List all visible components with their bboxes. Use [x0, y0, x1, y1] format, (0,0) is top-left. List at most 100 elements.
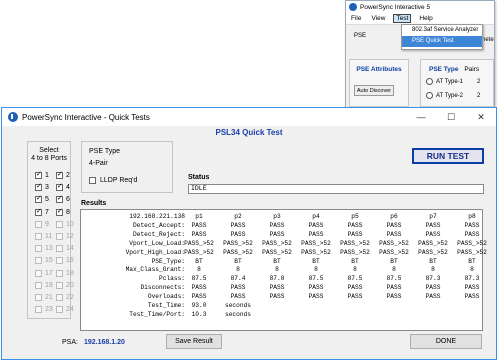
results-cell: 87.8 [269, 275, 285, 283]
radio-circle-icon [426, 92, 433, 99]
port-label: 6 [66, 196, 70, 204]
results-cell: PASS_>52 [340, 239, 370, 247]
results-cell: PASS [386, 293, 402, 301]
psa-label: PSA: [62, 339, 78, 346]
menu-view[interactable]: View [369, 15, 387, 22]
port-checkbox-22: 22 [53, 294, 74, 301]
lldp-label: LLDP Req'd [100, 177, 138, 184]
port-checkbox-4[interactable]: 4 [53, 182, 70, 192]
app-icon [349, 3, 357, 11]
results-cell: PASS [425, 284, 441, 292]
results-cell: BT [273, 257, 281, 265]
port-checkbox-3[interactable]: 3 [32, 182, 49, 192]
port-checkbox-1[interactable]: 1 [32, 170, 49, 179]
port-checkbox-11: 11 [32, 233, 52, 240]
checked-box-icon [56, 170, 63, 179]
port-label: 15 [45, 257, 53, 265]
done-button[interactable]: DONE [410, 334, 482, 349]
radio-circle-icon [426, 78, 433, 85]
inset-pairs-label: Pairs [464, 66, 480, 73]
results-panel[interactable]: 192.168.221.138 p1 p2 p3 p4 p5 p6 p7 p8 Detect_Ac… [80, 209, 487, 331]
unchecked-box-icon [56, 294, 63, 301]
inset-title: PowerSync Interactive 5 [360, 3, 431, 11]
port-checkbox-15: 15 [32, 257, 53, 265]
menu-help[interactable]: Help [417, 15, 434, 22]
results-cell: PASS [308, 230, 324, 238]
results-cell: BT [195, 257, 203, 265]
results-cell: BT [351, 257, 359, 265]
unchecked-box-icon [35, 220, 42, 228]
radio-at-type-1[interactable]: AT Type-1 2 [426, 78, 480, 85]
results-cell: PASS [347, 230, 363, 238]
port-checkbox-7[interactable]: 7 [32, 207, 49, 216]
port-label: 18 [66, 269, 74, 277]
results-row-label: Vport_Low_Load: [129, 239, 185, 247]
run-test-button[interactable]: RUN TEST [412, 148, 484, 164]
results-cell: 87.5 [386, 275, 402, 283]
port-label: 19 [45, 281, 53, 289]
auto-discover-button[interactable]: Auto Discover [354, 85, 394, 96]
port-label: 5 [45, 196, 49, 204]
inset-tab-pse[interactable]: PSE [354, 33, 366, 39]
results-cell: 87.5 [308, 275, 324, 283]
test-time-value: 93.0 [191, 302, 207, 309]
inset-title-bar: PowerSync Interactive 5 [346, 1, 494, 13]
results-cell: PASS [425, 293, 441, 301]
port-label: 2 [66, 172, 70, 179]
port-checkbox-24: 24 [53, 306, 74, 314]
unchecked-box-icon [35, 233, 42, 240]
port-checkbox-17: 17 [32, 269, 53, 277]
port-label: 22 [66, 294, 74, 301]
results-cell: PASS [464, 284, 480, 292]
results-cell: PASS_>52 [301, 248, 331, 256]
results-column-header: p5 [351, 213, 359, 220]
results-cell: BT [390, 257, 398, 265]
lldp-checkbox[interactable]: LLDP Req'd [89, 177, 137, 184]
port-label: 4 [66, 184, 70, 192]
minimize-icon[interactable]: — [408, 108, 434, 126]
pse-type-group: PSE Type 4-Pair LLDP Req'd [81, 141, 173, 193]
menu-test[interactable]: Test [393, 14, 412, 23]
radio-at-type-2[interactable]: AT Type-2 2 [426, 92, 480, 99]
results-cell: 8 [353, 266, 357, 274]
results-cell: PASS [386, 230, 402, 238]
results-cell: PASS [386, 284, 402, 292]
unchecked-box-icon [56, 245, 63, 253]
results-cell: PASS [308, 284, 324, 292]
results-column-header: p4 [312, 213, 320, 220]
unchecked-box-icon [56, 220, 63, 228]
close-icon[interactable]: ✕ [468, 108, 494, 126]
window-title: PowerSync Interactive - Quick Tests [22, 112, 150, 122]
save-result-button[interactable]: Save Result [166, 334, 222, 349]
port-label: 24 [66, 306, 74, 314]
test-time-port-value: 10.3 [191, 310, 207, 318]
unchecked-box-icon [35, 269, 42, 277]
results-cell: PASS_>52 [301, 239, 331, 247]
menu-file[interactable]: File [349, 15, 363, 22]
port-checkbox-2[interactable]: 2 [53, 170, 70, 179]
results-label: Results [81, 200, 107, 207]
results-cell: 87.4 [230, 275, 246, 283]
menu-item-service-analyzer[interactable]: 802.3af Service Analyzer [402, 25, 482, 36]
port-checkbox-18: 18 [53, 269, 74, 277]
results-cell: BT [468, 257, 476, 265]
checked-box-icon [35, 170, 42, 179]
unchecked-box-icon [56, 257, 63, 265]
port-label: 11 [45, 233, 53, 240]
port-label: 12 [66, 233, 74, 240]
results-row-label: Detect_Accept: [133, 221, 185, 229]
port-checkbox-10: 10 [53, 220, 74, 228]
port-checkbox-14: 14 [53, 245, 74, 253]
port-checkbox-6[interactable]: 6 [53, 194, 70, 204]
inset-tab-parameters[interactable]: neters [482, 37, 494, 43]
test-dropdown-menu: 802.3af Service Analyzer PSE Quick Test [401, 24, 483, 50]
port-checkbox-5[interactable]: 5 [32, 194, 49, 204]
results-cell: 8 [314, 266, 318, 274]
results-cell: PASS_>52 [184, 248, 214, 256]
menu-item-pse-quick-test[interactable]: PSE Quick Test [402, 36, 482, 47]
maximize-icon[interactable]: ☐ [438, 108, 464, 126]
results-cell: PASS [269, 284, 285, 292]
unchecked-box-icon [35, 306, 42, 314]
port-checkbox-8[interactable]: 8 [53, 207, 70, 216]
unchecked-box-icon [56, 306, 63, 314]
